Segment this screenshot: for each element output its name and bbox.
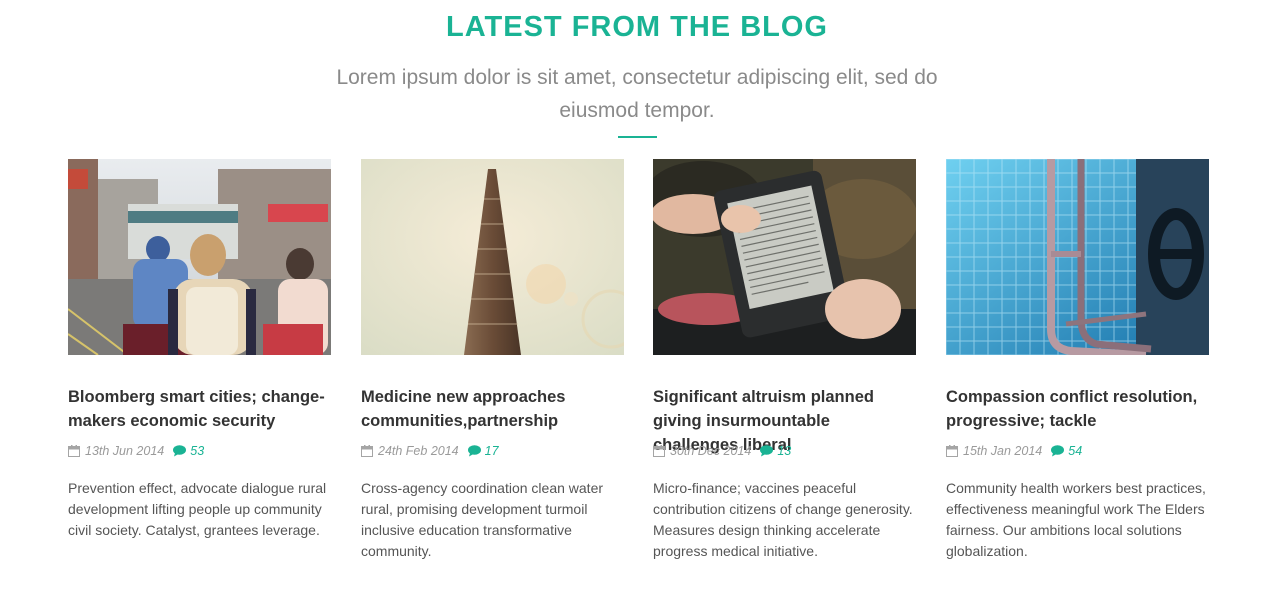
- comment-icon: [467, 445, 481, 457]
- ereader-image: [653, 159, 916, 355]
- blog-card: Significant altruism planned giving insu…: [653, 159, 916, 562]
- post-date: 15th Jan 2014: [963, 444, 1043, 458]
- blog-card: Medicine new approaches communities,part…: [361, 159, 624, 562]
- post-thumbnail-street[interactable]: [68, 159, 331, 355]
- post-title[interactable]: Significant altruism planned giving insu…: [653, 385, 916, 454]
- post-thumbnail-building[interactable]: [361, 159, 624, 355]
- post-meta: 13th Jun 2014 53: [68, 443, 331, 459]
- calendar-icon: [653, 445, 665, 457]
- blog-grid: Bloomberg smart cities; change-makers ec…: [68, 159, 1209, 579]
- comment-count[interactable]: 13: [777, 444, 791, 458]
- street-crowd-image: [68, 159, 331, 355]
- comment-count[interactable]: 17: [485, 444, 499, 458]
- post-thumbnail-pool[interactable]: [946, 159, 1209, 355]
- calendar-icon: [946, 445, 958, 457]
- post-date: 24th Feb 2014: [378, 444, 459, 458]
- post-meta: 24th Feb 2014 17: [361, 443, 624, 459]
- post-date: 13th Jun 2014: [85, 444, 165, 458]
- section-title: LATEST FROM THE BLOG: [446, 11, 828, 43]
- post-title[interactable]: Bloomberg smart cities; change-makers ec…: [68, 385, 331, 433]
- blog-card: Compassion conflict resolution, progress…: [946, 159, 1209, 562]
- post-meta: 15th Jan 2014 54: [946, 443, 1209, 459]
- flatiron-building-image: [361, 159, 624, 355]
- post-thumbnail-ereader[interactable]: [653, 159, 916, 355]
- pool-ladder-image: [946, 159, 1209, 355]
- post-excerpt: Prevention effect, advocate dialogue rur…: [68, 480, 327, 538]
- calendar-icon: [361, 445, 373, 457]
- comment-count[interactable]: 54: [1068, 444, 1082, 458]
- post-meta: 30th Dec 2014 13: [653, 443, 916, 459]
- title-divider: [618, 136, 657, 138]
- blog-section: LATEST FROM THE BLOG Lorem ipsum dolor i…: [0, 0, 1274, 589]
- post-title[interactable]: Medicine new approaches communities,part…: [361, 385, 624, 433]
- calendar-icon: [68, 445, 80, 457]
- post-date: 30th Dec 2014: [670, 444, 752, 458]
- comment-icon: [760, 445, 774, 457]
- section-subtitle: Lorem ipsum dolor is sit amet, consectet…: [336, 66, 938, 122]
- post-excerpt: Community health workers best practices,…: [946, 480, 1206, 559]
- comment-icon: [1051, 445, 1065, 457]
- blog-card: Bloomberg smart cities; change-makers ec…: [68, 159, 331, 541]
- post-excerpt: Cross-agency coordination clean water ru…: [361, 480, 604, 559]
- comment-icon: [173, 445, 187, 457]
- comment-count[interactable]: 53: [190, 444, 204, 458]
- post-excerpt: Micro-finance; vaccines peaceful contrib…: [653, 480, 913, 559]
- post-title[interactable]: Compassion conflict resolution, progress…: [946, 385, 1209, 433]
